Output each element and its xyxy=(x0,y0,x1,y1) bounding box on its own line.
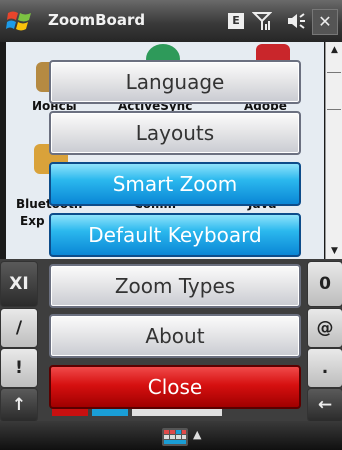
input-panel-arrow-icon[interactable]: ▲ xyxy=(193,428,201,441)
default-keyboard-button[interactable]: Default Keyboard xyxy=(49,213,301,257)
title-bar: ZoomBoard E ✕ xyxy=(0,0,342,42)
volume-icon[interactable] xyxy=(286,11,306,31)
app-title: ZoomBoard xyxy=(48,11,146,29)
close-icon[interactable]: ✕ xyxy=(312,9,338,35)
default-keyboard-button-label: Default Keyboard xyxy=(88,223,262,247)
keyboard-key[interactable]: / xyxy=(0,308,38,348)
keyboard-key[interactable]: ↑ xyxy=(0,388,38,422)
keyboard-key[interactable]: . xyxy=(307,348,342,388)
about-button[interactable]: About xyxy=(49,314,301,358)
smart-zoom-button[interactable]: Smart Zoom xyxy=(49,162,301,206)
keyboard-key[interactable]: ! xyxy=(0,348,38,388)
scroll-down-icon[interactable]: ▼ xyxy=(326,243,342,259)
close-button-label: Close xyxy=(147,375,203,399)
layouts-button-label: Layouts xyxy=(135,121,215,145)
keyboard-icon[interactable] xyxy=(162,428,188,446)
signal-icon[interactable] xyxy=(251,11,273,31)
about-button-label: About xyxy=(145,324,205,348)
zoom-types-button[interactable]: Zoom Types xyxy=(49,264,301,308)
close-button[interactable]: Close xyxy=(49,365,301,409)
scroll-thumb[interactable] xyxy=(327,72,341,110)
zoom-types-button-label: Zoom Types xyxy=(114,274,236,298)
scrollbar[interactable]: ▲ ▼ xyxy=(325,42,342,259)
keyboard-key[interactable]: XI xyxy=(0,261,38,307)
language-button-label: Language xyxy=(125,70,225,94)
keyboard-key[interactable]: @ xyxy=(307,308,342,348)
bottom-bar: ▲ xyxy=(0,421,342,450)
app-label: Exp xyxy=(20,214,45,228)
windows-start-icon[interactable] xyxy=(6,8,34,34)
keyboard-key[interactable]: ← xyxy=(307,388,342,422)
smart-zoom-button-label: Smart Zoom xyxy=(112,172,238,196)
keyboard-key[interactable]: 0 xyxy=(307,261,342,307)
input-indicator-icon[interactable]: E xyxy=(228,13,244,29)
scroll-up-icon[interactable]: ▲ xyxy=(326,42,342,58)
layouts-button[interactable]: Layouts xyxy=(49,111,301,155)
language-button[interactable]: Language xyxy=(49,60,301,104)
